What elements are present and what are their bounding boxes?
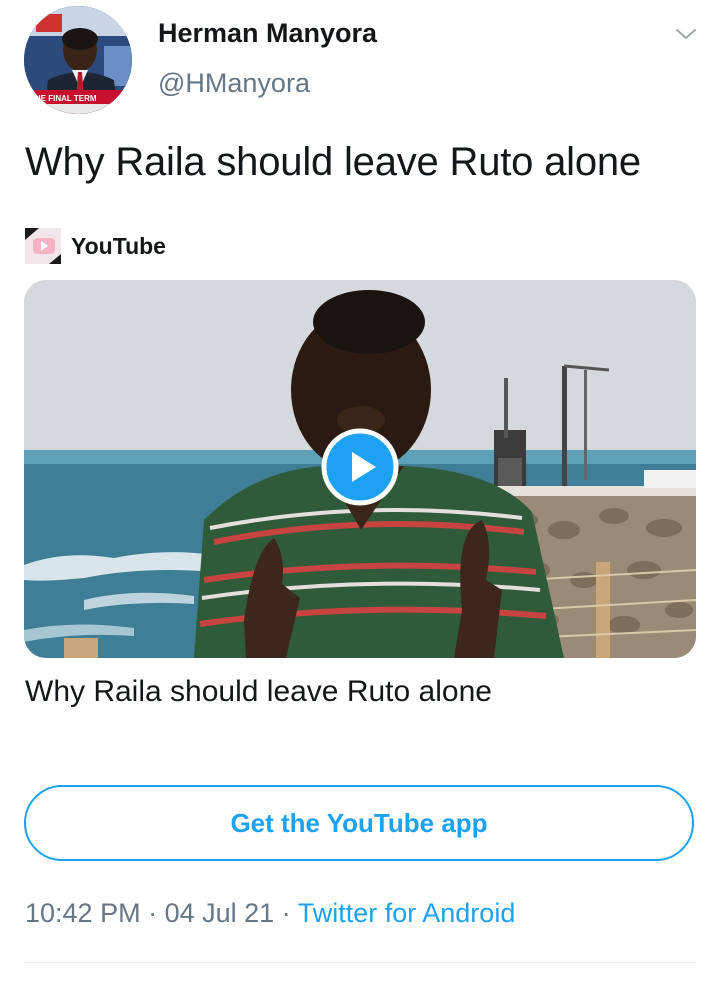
tweet-time: 10:42 PM (25, 898, 141, 928)
avatar-caption: THE FINAL TERM (30, 94, 97, 103)
card-source[interactable]: YouTube (25, 226, 166, 266)
chevron-down-icon[interactable] (674, 22, 698, 46)
tweet-meta: 10:42 PM · 04 Jul 21 · Twitter for Andro… (25, 898, 515, 929)
play-icon[interactable] (321, 428, 399, 506)
youtube-icon (25, 228, 61, 264)
author-avatar[interactable]: THE FINAL TERM (24, 6, 132, 114)
divider (24, 962, 696, 963)
author-handle[interactable]: @HManyora (158, 68, 310, 99)
tweet-source-link[interactable]: Twitter for Android (298, 898, 516, 928)
tweet-text: Why Raila should leave Ruto alone (25, 140, 641, 184)
meta-separator: · (148, 898, 158, 928)
card-source-name: YouTube (71, 232, 166, 259)
tweet-date: 04 Jul 21 (164, 898, 275, 928)
get-youtube-app-button[interactable]: Get the YouTube app (24, 785, 694, 861)
card-title[interactable]: Why Raila should leave Ruto alone (25, 675, 492, 709)
meta-separator: · (281, 898, 291, 928)
author-name[interactable]: Herman Manyora (158, 18, 377, 49)
